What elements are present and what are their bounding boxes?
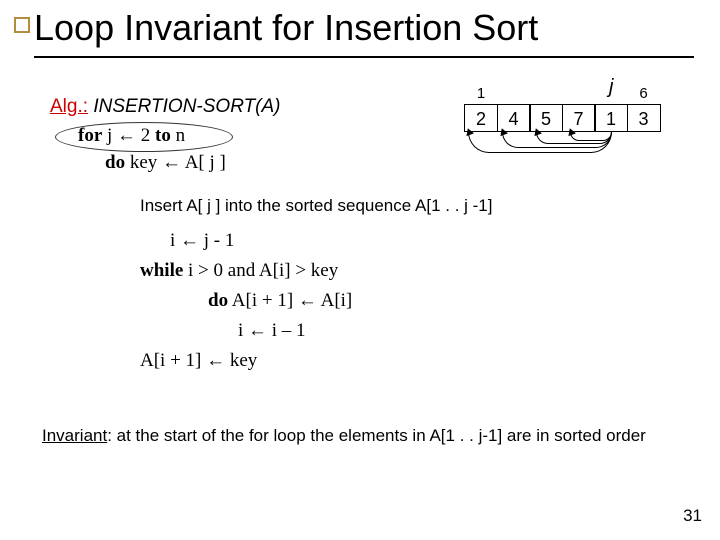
- index-1: 1: [464, 85, 498, 102]
- cell-4: 1: [594, 104, 628, 132]
- cell-3: 7: [562, 104, 596, 132]
- index-row: 1 6: [464, 85, 659, 102]
- title-ornament: [14, 17, 30, 33]
- title-rule: [34, 56, 694, 58]
- code-comment: Insert A[ j ] into the sorted sequence A…: [140, 196, 492, 216]
- slide: Loop Invariant for Insertion Sort Alg.: …: [0, 0, 720, 540]
- code-for-line: for j ← 2 to n: [78, 125, 185, 147]
- code-do-line: do key ← A[ j ]: [105, 152, 226, 174]
- keyword-for: for: [78, 125, 102, 146]
- shift-arcs: [464, 132, 672, 172]
- slide-title: Loop Invariant for Insertion Sort: [34, 7, 538, 49]
- code-for-mid: j ← 2: [102, 125, 155, 146]
- invariant-body: : at the start of the for loop the eleme…: [107, 426, 646, 445]
- code-line-i-init: i ← j - 1: [140, 226, 234, 256]
- page-number: 31: [683, 506, 702, 526]
- keyword-do: do: [105, 152, 125, 173]
- code-for-end: n: [171, 125, 185, 146]
- array-diagram: j 1 6 2 4 5 7 1 3: [446, 80, 706, 180]
- alg-name: INSERTION-SORT(A): [93, 96, 280, 117]
- keyword-to: to: [155, 125, 171, 146]
- algorithm-heading: Alg.: INSERTION-SORT(A): [50, 96, 281, 118]
- code-block: i ← j - 1 while i > 0 and A[i] > key do …: [140, 226, 352, 376]
- array-cells: 2 4 5 7 1 3: [464, 104, 659, 132]
- cell-5: 3: [627, 104, 661, 132]
- index-6: 6: [627, 85, 661, 102]
- code-shift: A[i + 1] ← A[i]: [228, 290, 352, 311]
- alg-label: Alg.:: [50, 96, 88, 117]
- code-dec: i ← i – 1: [140, 316, 306, 346]
- code-do-rest: key ← A[ j ]: [125, 152, 226, 173]
- invariant-label: Invariant: [42, 426, 107, 445]
- keyword-do-inner: do: [208, 290, 228, 311]
- keyword-while: while: [140, 260, 183, 281]
- code-assign-key: A[i + 1] ← key: [140, 350, 257, 371]
- invariant-text: Invariant: at the start of the for loop …: [42, 425, 672, 447]
- code-while-cond: i > 0 and A[i] > key: [183, 260, 338, 281]
